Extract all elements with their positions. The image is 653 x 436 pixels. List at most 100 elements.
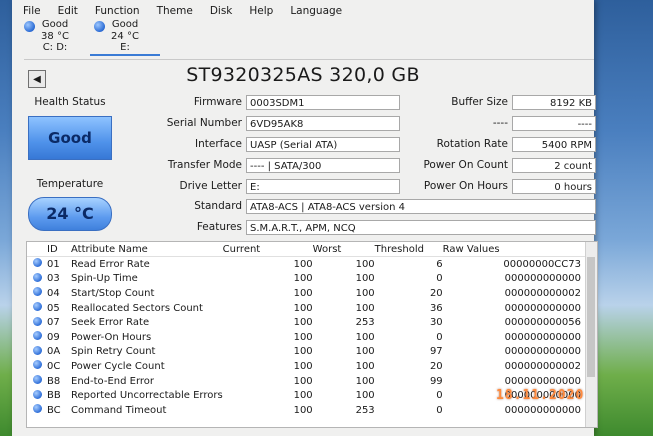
attribute-name: Spin Retry Count — [71, 346, 156, 358]
menu-theme[interactable]: Theme — [146, 3, 199, 19]
current-value: 100 — [293, 273, 313, 285]
table-scrollbar[interactable] — [585, 242, 597, 427]
table-row[interactable]: 0C Power Cycle Count 100 100 20 000000000002 — [27, 359, 597, 374]
attribute-name: End-to-End Error — [71, 375, 155, 387]
worst-value: 100 — [355, 331, 375, 343]
attribute-name: Start/Stop Count — [71, 287, 155, 299]
table-row[interactable]: B8 End-to-End Error 100 100 99 000000000000 — [27, 374, 597, 389]
temperature-label: Temperature — [36, 178, 104, 190]
menu-disk[interactable]: Disk — [199, 3, 239, 19]
drive-tab-e[interactable]: Good 24 °C E: — [90, 19, 160, 56]
status-good-icon — [33, 345, 42, 355]
attribute-id: 05 — [47, 302, 60, 314]
standard-label: Standard — [194, 200, 242, 212]
status-good-icon — [33, 272, 42, 282]
table-row[interactable]: 09 Power-On Hours 100 100 0 000000000000 — [27, 330, 597, 345]
menu-language[interactable]: Language — [279, 3, 348, 19]
crystaldiskinfo-window: File Edit Function Theme Disk Help Langu… — [12, 0, 598, 436]
attribute-name: Command Timeout — [71, 404, 167, 416]
id-column-header[interactable]: ID — [47, 242, 71, 257]
menu-function[interactable]: Function — [84, 3, 146, 19]
disk-title: ST9320325AS 320,0 GB — [186, 64, 420, 86]
status-good-icon — [33, 287, 42, 297]
status-good-icon — [33, 258, 42, 268]
attribute-name: Spin-Up Time — [71, 273, 138, 285]
firmware-value: 0003SDM1 — [246, 95, 400, 110]
status-dot-cell — [27, 359, 47, 374]
attribute-name: Power Cycle Count — [71, 360, 165, 372]
table-row[interactable]: 07 Seek Error Rate 100 253 30 000000000056 — [27, 315, 597, 330]
menu-edit[interactable]: Edit — [47, 3, 84, 19]
status-dot-cell — [27, 388, 47, 403]
current-value: 100 — [293, 258, 313, 270]
temperature-value[interactable]: 24 °C — [28, 197, 112, 231]
raw-value: 000000000002 — [504, 360, 581, 372]
status-good-icon — [33, 360, 42, 370]
table-row[interactable]: 04 Start/Stop Count 100 100 20 000000000002 — [27, 286, 597, 301]
attribute-id: 0A — [47, 346, 61, 358]
features-value: S.M.A.R.T., APM, NCQ — [246, 220, 596, 235]
status-dot-cell — [27, 315, 47, 330]
drive-temp: 24 °C — [111, 30, 139, 42]
serial-number-label: Serial Number — [166, 117, 242, 129]
raw-value: 000000000002 — [504, 287, 581, 299]
table-header-row: ID Attribute Name Current Worst Threshol… — [27, 242, 597, 257]
raw-values-column-header[interactable]: Raw Values — [442, 242, 597, 257]
status-good-icon — [33, 316, 42, 326]
buffer-size-value: 8192 KB — [512, 95, 596, 110]
menu-bar: File Edit Function Theme Disk Help Langu… — [12, 3, 348, 19]
divider — [24, 59, 594, 60]
threshold-value: 36 — [429, 302, 443, 314]
drive-tab-c[interactable]: Good 38 °C C: D: — [20, 19, 90, 54]
threshold-value: 99 — [429, 375, 443, 387]
status-dot-cell — [27, 257, 47, 272]
threshold-value: 0 — [436, 404, 443, 416]
raw-value: 000000000000 — [504, 302, 581, 314]
current-value: 100 — [293, 302, 313, 314]
threshold-column-header[interactable]: Threshold — [374, 242, 443, 257]
firmware-label: Firmware — [193, 96, 242, 108]
status-good-icon — [33, 302, 42, 312]
threshold-value: 20 — [429, 360, 443, 372]
worst-column-header[interactable]: Worst — [312, 242, 375, 257]
status-good-icon — [33, 331, 42, 341]
serial-number-value: 6VD95AK8 — [246, 116, 400, 131]
attribute-id: 03 — [47, 273, 60, 285]
scrollbar-thumb[interactable] — [587, 257, 595, 377]
current-column-header[interactable]: Current — [222, 242, 313, 257]
status-good-icon — [33, 375, 42, 385]
attribute-name: Reallocated Sectors Count — [71, 302, 203, 314]
attribute-id: B8 — [47, 375, 61, 387]
status-dot-cell — [27, 301, 47, 316]
table-row[interactable]: 01 Read Error Rate 100 100 6 00000000CC73 — [27, 257, 597, 272]
status-dot-cell — [27, 403, 47, 418]
status-good-icon — [33, 389, 42, 399]
power-on-hours-label: Power On Hours — [423, 180, 508, 192]
worst-value: 100 — [355, 258, 375, 270]
raw-value: 000000000000 — [504, 346, 581, 358]
threshold-value: 97 — [429, 346, 443, 358]
table-row[interactable]: 0A Spin Retry Count 100 100 97 000000000000 — [27, 345, 597, 360]
status-dot-cell — [27, 330, 47, 345]
menu-help[interactable]: Help — [238, 3, 279, 19]
menu-file[interactable]: File — [12, 3, 47, 19]
status-good-icon — [33, 404, 42, 414]
features-label: Features — [196, 221, 242, 233]
table-row[interactable]: BC Command Timeout 100 253 0 000000000000 — [27, 403, 597, 418]
photo-date-stamp: 18.11.2020 — [496, 388, 585, 403]
blank-value: ---- — [512, 116, 596, 131]
drive-letter-value: E: — [246, 179, 400, 194]
status-dot-cell — [27, 286, 47, 301]
power-on-count-value: 2 count — [512, 158, 596, 173]
health-status-value[interactable]: Good — [28, 116, 112, 160]
raw-value: 000000000056 — [504, 317, 581, 329]
status-dot-cell — [27, 345, 47, 360]
attribute-name: Read Error Rate — [71, 258, 150, 270]
current-value: 100 — [293, 390, 313, 402]
table-row[interactable]: 03 Spin-Up Time 100 100 0 000000000000 — [27, 272, 597, 287]
drive-letter-label: Drive Letter — [179, 180, 242, 192]
attribute-name-column-header[interactable]: Attribute Name — [71, 242, 223, 257]
transfer-mode-value: ---- | SATA/300 — [246, 158, 400, 173]
table-row[interactable]: 05 Reallocated Sectors Count 100 100 36 00000… — [27, 301, 597, 316]
raw-value: 000000000000 — [504, 273, 581, 285]
